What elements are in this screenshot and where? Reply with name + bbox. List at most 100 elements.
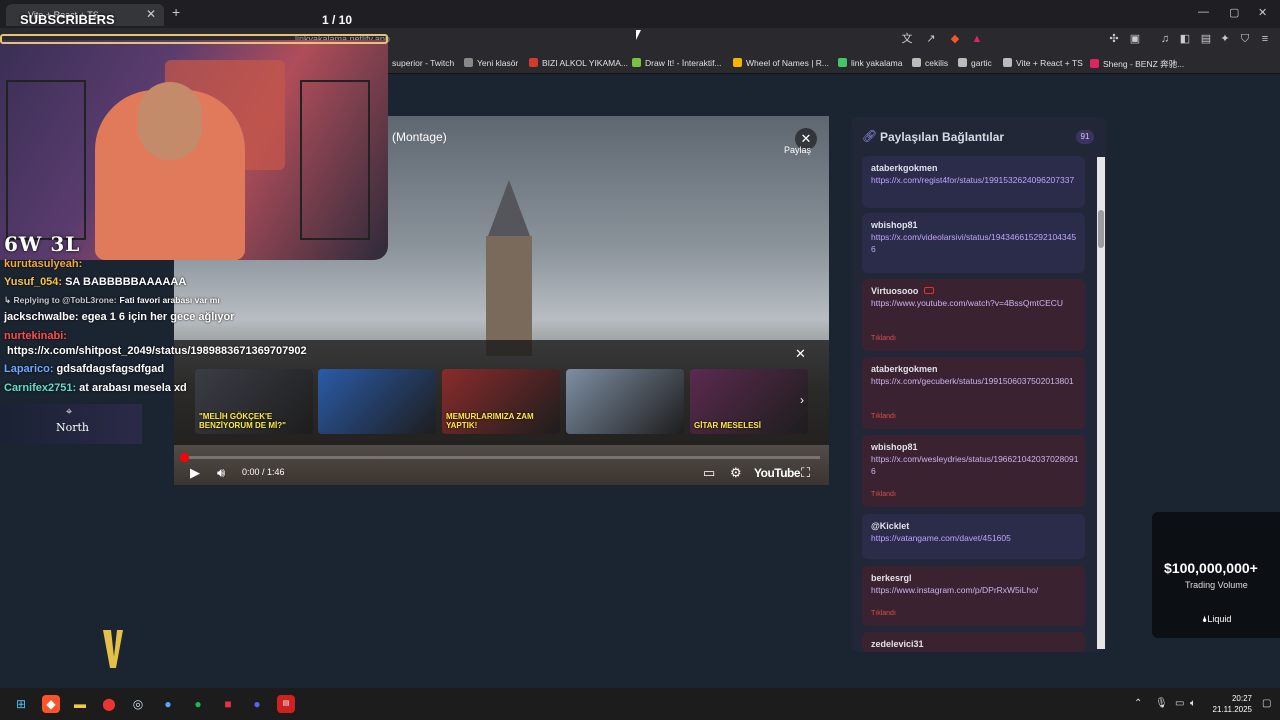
progress-handle[interactable]: [180, 453, 189, 462]
thumbnail-caption: "MELİH GÖKÇEK'E BENZİYORUM DE Mİ?": [199, 412, 286, 430]
thumbnail-caption: MEMURLARIMIZA ZAM YAPTIK!: [446, 412, 534, 430]
shared-link-card[interactable]: wbishop81 https://x.com/videolarsivi/stat…: [862, 213, 1085, 273]
card-username-text: wbishop81: [871, 220, 918, 230]
sponsor-label: North: [56, 421, 90, 434]
streamer-head: [138, 82, 202, 160]
related-video-thumbnail[interactable]: [318, 369, 436, 434]
related-video-thumbnail[interactable]: "MELİH GÖKÇEK'E BENZİYORUM DE Mİ?": [195, 369, 313, 434]
bookmark-item[interactable]: BIZI ALKOL YIKAMA...: [529, 58, 628, 68]
maximize-icon[interactable]: ▢: [1229, 6, 1239, 19]
settings-gear-icon[interactable]: ⚙: [730, 465, 742, 481]
speaker-icon[interactable]: 🔈︎: [1190, 698, 1196, 709]
share-icon[interactable]: ↗: [924, 32, 938, 46]
bookmark-item[interactable]: Yeni klasör: [464, 58, 518, 68]
notification-icon[interactable]: ▢: [1262, 698, 1271, 709]
related-video-thumbnail[interactable]: MEMURLARIMIZA ZAM YAPTIK!: [442, 369, 560, 434]
window-close-icon[interactable]: ✕: [1258, 6, 1267, 19]
shared-link-card[interactable]: @Kicklet https://vatangame.com/davet/4516…: [862, 514, 1085, 559]
microphone-icon[interactable]: 🎙︎: [1155, 698, 1168, 709]
bookmark-favicon-icon: [1003, 58, 1012, 67]
bookmark-item[interactable]: link yakalama: [838, 58, 903, 68]
chat-message: Laparico: gdsafdagsfagsdfgad: [4, 363, 164, 375]
chat-text: SA BABBBBBAAAAAA: [65, 276, 187, 288]
network-icon[interactable]: ▭: [1175, 698, 1184, 709]
bookmark-label: gartic: [971, 58, 992, 68]
bookmark-item[interactable]: cekilis: [912, 58, 948, 68]
app-red-icon[interactable]: ■: [219, 695, 237, 713]
chat-message: nurtekinabi:: [4, 330, 70, 342]
fullscreen-icon[interactable]: ⛶: [801, 465, 810, 481]
screenshot-icon[interactable]: ▣: [1128, 32, 1142, 46]
shared-link-card[interactable]: ataberkgokmen https://x.com/regist4for/st…: [862, 156, 1085, 208]
translate-icon[interactable]: 文: [900, 32, 914, 46]
bookmark-label: cekilis: [925, 58, 949, 68]
minimize-icon[interactable]: —: [1198, 6, 1209, 18]
chat-username: ↳ Replying to @TobL3rone:: [4, 295, 117, 305]
clicked-status: Tıklandı: [871, 335, 896, 342]
shared-link-card[interactable]: zedelevici31: [862, 632, 1085, 652]
media-icon[interactable]: ♫: [1158, 32, 1172, 46]
maps-pin-icon[interactable]: ⬤: [100, 695, 118, 713]
progress-bar[interactable]: [184, 456, 820, 459]
leo-ai-icon[interactable]: ✦: [1218, 32, 1232, 46]
chat-message: Carnifex2751: at arabası mesela xd: [4, 382, 187, 394]
panel-scrollbar-thumb[interactable]: [1098, 210, 1104, 248]
shared-link-card[interactable]: ataberkgokmen https://x.com/gecuberk/stat…: [862, 357, 1085, 429]
card-username-text: Virtuosooo: [871, 286, 919, 296]
bookmark-item[interactable]: Wheel of Names | R...: [733, 58, 829, 68]
related-video-thumbnail[interactable]: [566, 369, 684, 434]
related-video-thumbnail[interactable]: GİTAR MESELESİ: [690, 369, 808, 434]
endscreen-close-icon[interactable]: ✕: [795, 346, 806, 362]
mouse-cursor: [636, 30, 641, 40]
brave-rewards-icon[interactable]: ▲: [970, 32, 984, 46]
vpn-icon[interactable]: ⛉: [1238, 32, 1252, 46]
chat-text: Fati favori arabası var mı: [119, 295, 220, 305]
chat-text: egea 1 6 için her gece ağlıyor: [81, 311, 235, 323]
panel-title: Paylaşılan Bağlantılar: [880, 130, 1005, 144]
app-thumbnail-icon[interactable]: ▤: [277, 695, 295, 713]
menu-icon[interactable]: ≡: [1258, 32, 1272, 46]
bookmark-item[interactable]: gartic: [958, 58, 992, 68]
card-link[interactable]: https://vatangame.com/davet/451605: [871, 532, 1079, 544]
new-tab-icon[interactable]: +: [172, 4, 180, 20]
sidebar-icon[interactable]: ◧: [1178, 32, 1192, 46]
bookmark-item[interactable]: Sheng - BENZ 奔驰...: [1090, 58, 1184, 70]
file-explorer-icon[interactable]: ▬: [71, 695, 89, 713]
taskbar-clock[interactable]: 20:27 21.11.2025: [1206, 693, 1252, 715]
discord-icon[interactable]: ●: [248, 695, 266, 713]
share-label[interactable]: Paylaş: [784, 145, 811, 155]
tray-chevron-up-icon[interactable]: ⌃: [1134, 698, 1142, 709]
play-icon[interactable]: ▶: [190, 465, 200, 481]
spotify-icon[interactable]: ●: [189, 695, 207, 713]
card-link[interactable]: https://www.instagram.com/p/DPrRxW5iLho/: [871, 584, 1079, 596]
card-link[interactable]: https://www.youtube.com/watch?v=4BssQmtC…: [871, 297, 1079, 309]
shared-link-card[interactable]: Virtuosooo https://www.youtube.com/watch?…: [862, 279, 1085, 351]
volume-icon[interactable]: 🔊︎: [217, 465, 225, 481]
clock-date: 21.11.2025: [1212, 705, 1252, 714]
card-username-text: wbishop81: [871, 442, 918, 452]
brave-shield-icon[interactable]: ◆: [948, 32, 962, 46]
card-link[interactable]: https://x.com/gecuberk/status/1991506037…: [871, 375, 1079, 387]
brave-browser-icon[interactable]: ◆: [42, 695, 60, 713]
subtitles-icon[interactable]: ▭: [703, 465, 715, 481]
bookmark-item[interactable]: Vite + React + TS: [1003, 58, 1083, 68]
video-title[interactable]: (Montage): [392, 130, 447, 144]
v-logo-icon: [103, 630, 123, 668]
wallet-icon[interactable]: ▤: [1199, 32, 1213, 46]
app-globe-icon[interactable]: ●: [159, 695, 177, 713]
windows-start-icon[interactable]: ⊞: [12, 695, 30, 713]
card-link[interactable]: https://x.com/wesleydries/status/1966210…: [871, 453, 1079, 477]
steam-icon[interactable]: ◎: [129, 695, 147, 713]
youtube-logo[interactable]: YouTube: [754, 466, 801, 480]
bookmark-item[interactable]: superior - Twitch: [379, 58, 454, 68]
shared-link-card[interactable]: berkesrgl https://www.instagram.com/p/DPr…: [862, 566, 1085, 626]
card-username: ataberkgokmen: [871, 364, 938, 374]
chevron-right-icon[interactable]: ›: [800, 393, 804, 407]
card-link[interactable]: https://x.com/regist4for/status/19915326…: [871, 174, 1079, 186]
extensions-icon[interactable]: ✣: [1107, 32, 1121, 46]
clock-time: 20:27: [1231, 694, 1252, 703]
shared-link-card[interactable]: wbishop81 https://x.com/wesleydries/statu…: [862, 435, 1085, 507]
card-link[interactable]: https://x.com/videolarsivi/status/194346…: [871, 231, 1079, 255]
tab-close-icon[interactable]: ✕: [146, 7, 156, 21]
bookmark-item[interactable]: Draw It! - İnteraktif...: [632, 58, 722, 68]
